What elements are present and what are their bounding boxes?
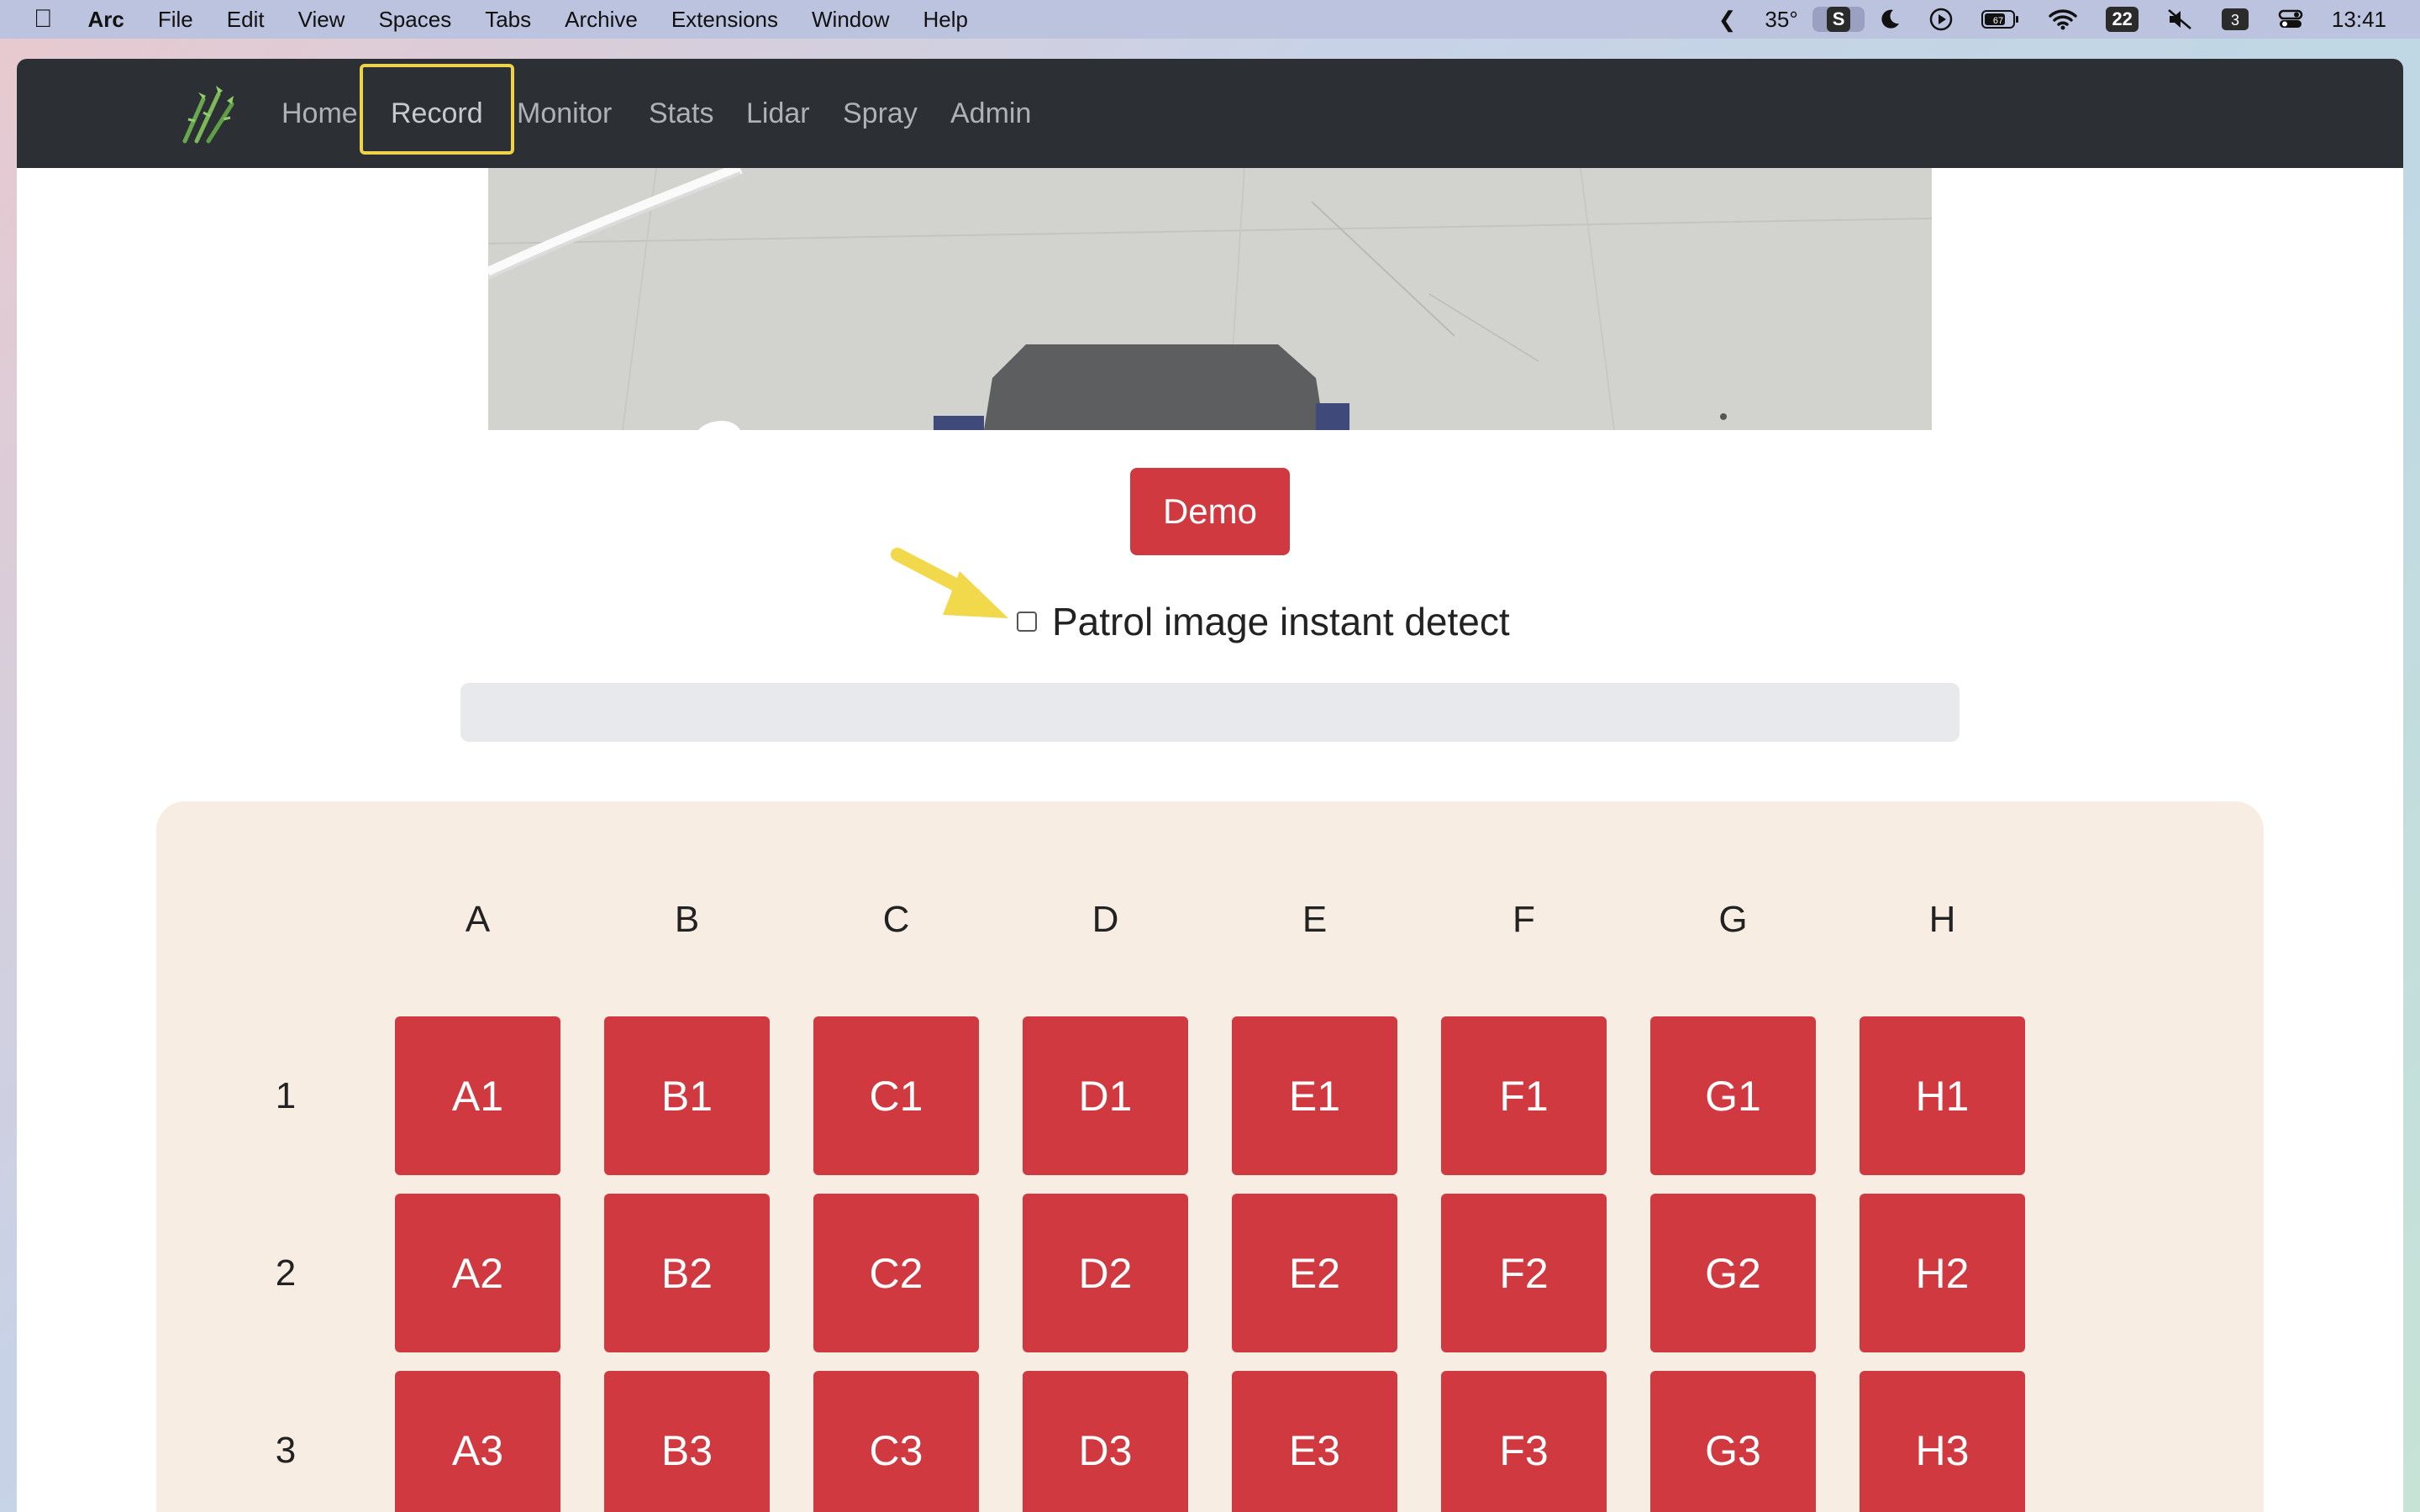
- plot-cell-button[interactable]: H1: [1860, 1016, 2025, 1175]
- patrol-detect-label[interactable]: Patrol image instant detect: [1052, 599, 1510, 644]
- plot-cell-button[interactable]: F2: [1441, 1194, 1607, 1352]
- plot-cell-button[interactable]: A2: [395, 1194, 560, 1352]
- svg-text:3: 3: [2231, 12, 2239, 29]
- menu-spaces[interactable]: Spaces: [361, 7, 468, 33]
- plot-cell-button[interactable]: D1: [1023, 1016, 1188, 1175]
- apple-icon[interactable]: : [0, 5, 71, 34]
- battery-icon[interactable]: 67: [1967, 8, 2034, 30]
- row-header-2: 2: [275, 1252, 297, 1294]
- script-app-icon[interactable]: 3: [2207, 8, 2264, 31]
- top-navbar: Home Record Monitor Stats Lidar Spray Ad…: [17, 59, 2403, 168]
- s-app-icon[interactable]: S: [1812, 7, 1865, 32]
- plot-cell-button[interactable]: E1: [1232, 1016, 1397, 1175]
- macos-menubar:  Arc File Edit View Spaces Tabs Archive…: [0, 0, 2420, 39]
- browser-window: Home Record Monitor Stats Lidar Spray Ad…: [17, 59, 2403, 1512]
- plot-cell-button[interactable]: B1: [604, 1016, 770, 1175]
- chevron-left-icon[interactable]: ❮: [1704, 7, 1751, 33]
- row-header-1: 1: [275, 1075, 297, 1116]
- menu-edit[interactable]: Edit: [210, 7, 281, 33]
- plot-cell-button[interactable]: F3: [1441, 1371, 1607, 1512]
- nav-lidar[interactable]: Lidar: [746, 59, 810, 168]
- nav-spray[interactable]: Spray: [843, 59, 918, 168]
- plot-cell-button[interactable]: D3: [1023, 1371, 1188, 1512]
- nav-admin[interactable]: Admin: [950, 59, 1031, 168]
- plot-cell-button[interactable]: C2: [813, 1194, 979, 1352]
- weather-temp[interactable]: 35°: [1750, 7, 1812, 33]
- column-header-g: G: [1718, 899, 1748, 940]
- play-circle-icon[interactable]: [1915, 8, 1967, 31]
- column-header-e: E: [1302, 899, 1328, 940]
- column-header-a: A: [465, 899, 491, 940]
- menu-extensions[interactable]: Extensions: [655, 7, 795, 33]
- asparagus-logo-icon[interactable]: [176, 82, 240, 146]
- plot-cell-button[interactable]: A3: [395, 1371, 560, 1512]
- moon-icon[interactable]: [1865, 8, 1915, 30]
- app-menu-arc[interactable]: Arc: [71, 7, 141, 33]
- wifi-icon[interactable]: [2034, 8, 2091, 30]
- nav-monitor[interactable]: Monitor: [517, 59, 612, 168]
- demo-button[interactable]: Demo: [1130, 468, 1290, 555]
- svg-text:67: 67: [1993, 16, 2003, 26]
- plot-cell-button[interactable]: C3: [813, 1371, 979, 1512]
- plot-cell-button[interactable]: G3: [1650, 1371, 1816, 1512]
- progress-bar: [460, 683, 1960, 742]
- plot-cell-button[interactable]: G2: [1650, 1194, 1816, 1352]
- column-header-c: C: [882, 899, 910, 940]
- patrol-detect-option: Patrol image instant detect: [1017, 596, 1510, 647]
- yellow-arrow-annotation-icon: [891, 548, 1008, 618]
- nav-stats[interactable]: Stats: [649, 59, 713, 168]
- plot-cell-button[interactable]: H3: [1860, 1371, 2025, 1512]
- menu-archive[interactable]: Archive: [548, 7, 655, 33]
- plot-cell-button[interactable]: B2: [604, 1194, 770, 1352]
- menu-help[interactable]: Help: [907, 7, 985, 33]
- menu-window[interactable]: Window: [795, 7, 906, 33]
- menu-tabs[interactable]: Tabs: [468, 7, 548, 33]
- plot-cell-button[interactable]: B3: [604, 1371, 770, 1512]
- nav-home[interactable]: Home: [281, 59, 358, 168]
- camera-feed-image: [488, 168, 1932, 430]
- plot-cell-button[interactable]: H2: [1860, 1194, 2025, 1352]
- record-highlight-box: [360, 64, 514, 155]
- plot-cell-button[interactable]: E3: [1232, 1371, 1397, 1512]
- menubar-status-area: ❮ 35° S 67 22 3 13:41: [1704, 0, 2420, 39]
- row-header-3: 3: [275, 1430, 297, 1471]
- plot-cell-button[interactable]: E2: [1232, 1194, 1397, 1352]
- column-header-b: B: [674, 899, 700, 940]
- control-center-icon[interactable]: [2264, 8, 2317, 30]
- menu-file[interactable]: File: [141, 7, 210, 33]
- calendar-date-icon[interactable]: 22: [2091, 7, 2152, 32]
- plot-cell-button[interactable]: A1: [395, 1016, 560, 1175]
- column-header-d: D: [1092, 899, 1119, 940]
- mute-icon[interactable]: [2153, 8, 2207, 30]
- clock[interactable]: 13:41: [2317, 7, 2420, 33]
- plot-cell-button[interactable]: C1: [813, 1016, 979, 1175]
- plot-cell-button[interactable]: D2: [1023, 1194, 1188, 1352]
- column-header-h: H: [1928, 899, 1956, 940]
- column-header-f: F: [1512, 899, 1535, 940]
- menu-view[interactable]: View: [281, 7, 362, 33]
- plot-cell-button[interactable]: G1: [1650, 1016, 1816, 1175]
- plot-cell-button[interactable]: F1: [1441, 1016, 1607, 1175]
- patrol-detect-checkbox[interactable]: [1017, 612, 1037, 632]
